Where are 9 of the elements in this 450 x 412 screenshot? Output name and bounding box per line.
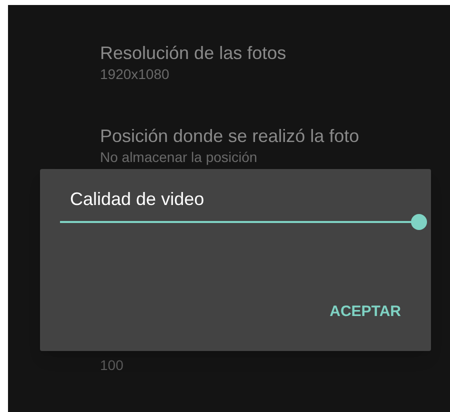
setting-value: 100 (100, 356, 124, 375)
setting-title: Resolución de las fotos (100, 42, 288, 65)
setting-value: No almacenar la posición (100, 148, 258, 166)
dialog-title: Calidad de video (70, 188, 206, 211)
setting-title: Posición donde se realizó la foto (100, 125, 360, 148)
setting-value: 1920x1080 (100, 65, 170, 83)
slider[interactable] (60, 214, 427, 230)
accept-button[interactable]: ACEPTAR (324, 296, 407, 327)
slider-thumb[interactable] (411, 214, 427, 230)
